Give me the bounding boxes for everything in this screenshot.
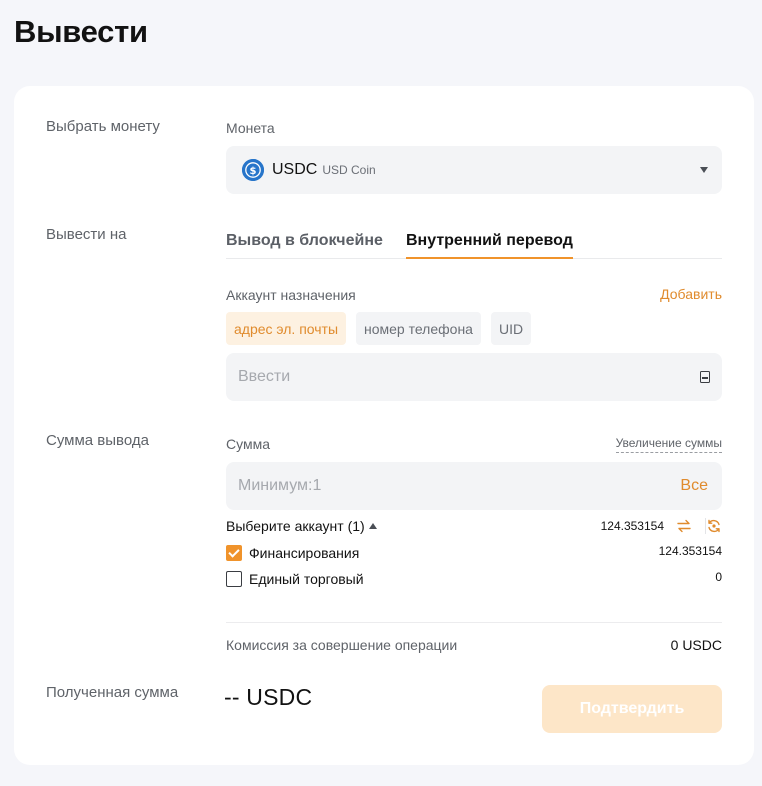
account-balance-unified-trading: 0 (715, 570, 722, 584)
chip-email[interactable]: адрес эл. почты (226, 312, 347, 345)
usdc-coin-icon-svg: $ (242, 159, 264, 181)
fee-value: 0 USDC (670, 637, 722, 653)
refresh-icon[interactable] (706, 518, 722, 534)
chevron-down-icon (700, 167, 708, 173)
section-label-coin: Выбрать монету (46, 118, 160, 135)
chevron-up-icon (368, 523, 377, 529)
usdc-coin-icon: $ (242, 159, 264, 181)
add-destination-link[interactable]: Добавить (660, 286, 722, 302)
page-title: Вывести (14, 14, 148, 49)
tab-onchain[interactable]: Вывод в блокчейне (226, 232, 383, 259)
section-label-amount: Сумма вывода (46, 432, 149, 449)
amount-field-label: Сумма (226, 436, 270, 452)
total-balance: 124.353154 (600, 519, 664, 533)
fee-label: Комиссия за совершение операции (226, 637, 458, 653)
account-balance-funding: 124.353154 (658, 544, 722, 558)
account-name-unified-trading: Единый торговый (249, 571, 364, 587)
chip-uid[interactable]: UID (491, 312, 532, 345)
tab-internal-transfer[interactable]: Внутренний перевод (406, 232, 573, 259)
coin-field-label: Монета (226, 120, 275, 136)
confirm-button[interactable]: Подтвердить (542, 685, 722, 733)
checkbox-unified-trading-account[interactable] (226, 571, 242, 587)
section-label-withdraw-to: Вывести на (46, 226, 127, 243)
all-amount-button[interactable]: Все (680, 477, 708, 495)
transfer-icon[interactable] (676, 518, 692, 534)
destination-account-label: Аккаунт назначения (226, 287, 356, 303)
coin-select[interactable]: $ USDC USD Coin (226, 146, 722, 194)
account-select-label: Выберите аккаунт (1) (226, 518, 365, 534)
coin-name: USD Coin (322, 163, 376, 177)
section-label-received: Полученная сумма (46, 684, 179, 701)
divider (226, 622, 722, 623)
received-amount: -- USDC (224, 684, 313, 710)
destination-input-box[interactable] (226, 353, 722, 401)
chip-phone[interactable]: номер телефона (356, 312, 481, 345)
coin-glyph: $ (250, 166, 257, 177)
destination-input[interactable] (238, 368, 700, 386)
withdraw-method-tabs: Вывод в блокчейне Внутренний перевод (226, 222, 722, 259)
amount-input-box[interactable]: Все (226, 462, 722, 510)
coin-symbol: USDC (272, 161, 318, 178)
withdraw-form-card: Выбрать монету Монета $ USDC USD Coin Вы… (14, 86, 754, 765)
checkbox-funding-account[interactable] (226, 545, 242, 561)
address-book-icon[interactable] (700, 371, 710, 383)
increase-amount-link[interactable]: Увеличение суммы (615, 436, 722, 453)
account-name-funding: Финансирования (249, 545, 360, 561)
amount-input[interactable] (238, 477, 681, 495)
account-select[interactable]: Выберите аккаунт (1) (226, 518, 377, 534)
